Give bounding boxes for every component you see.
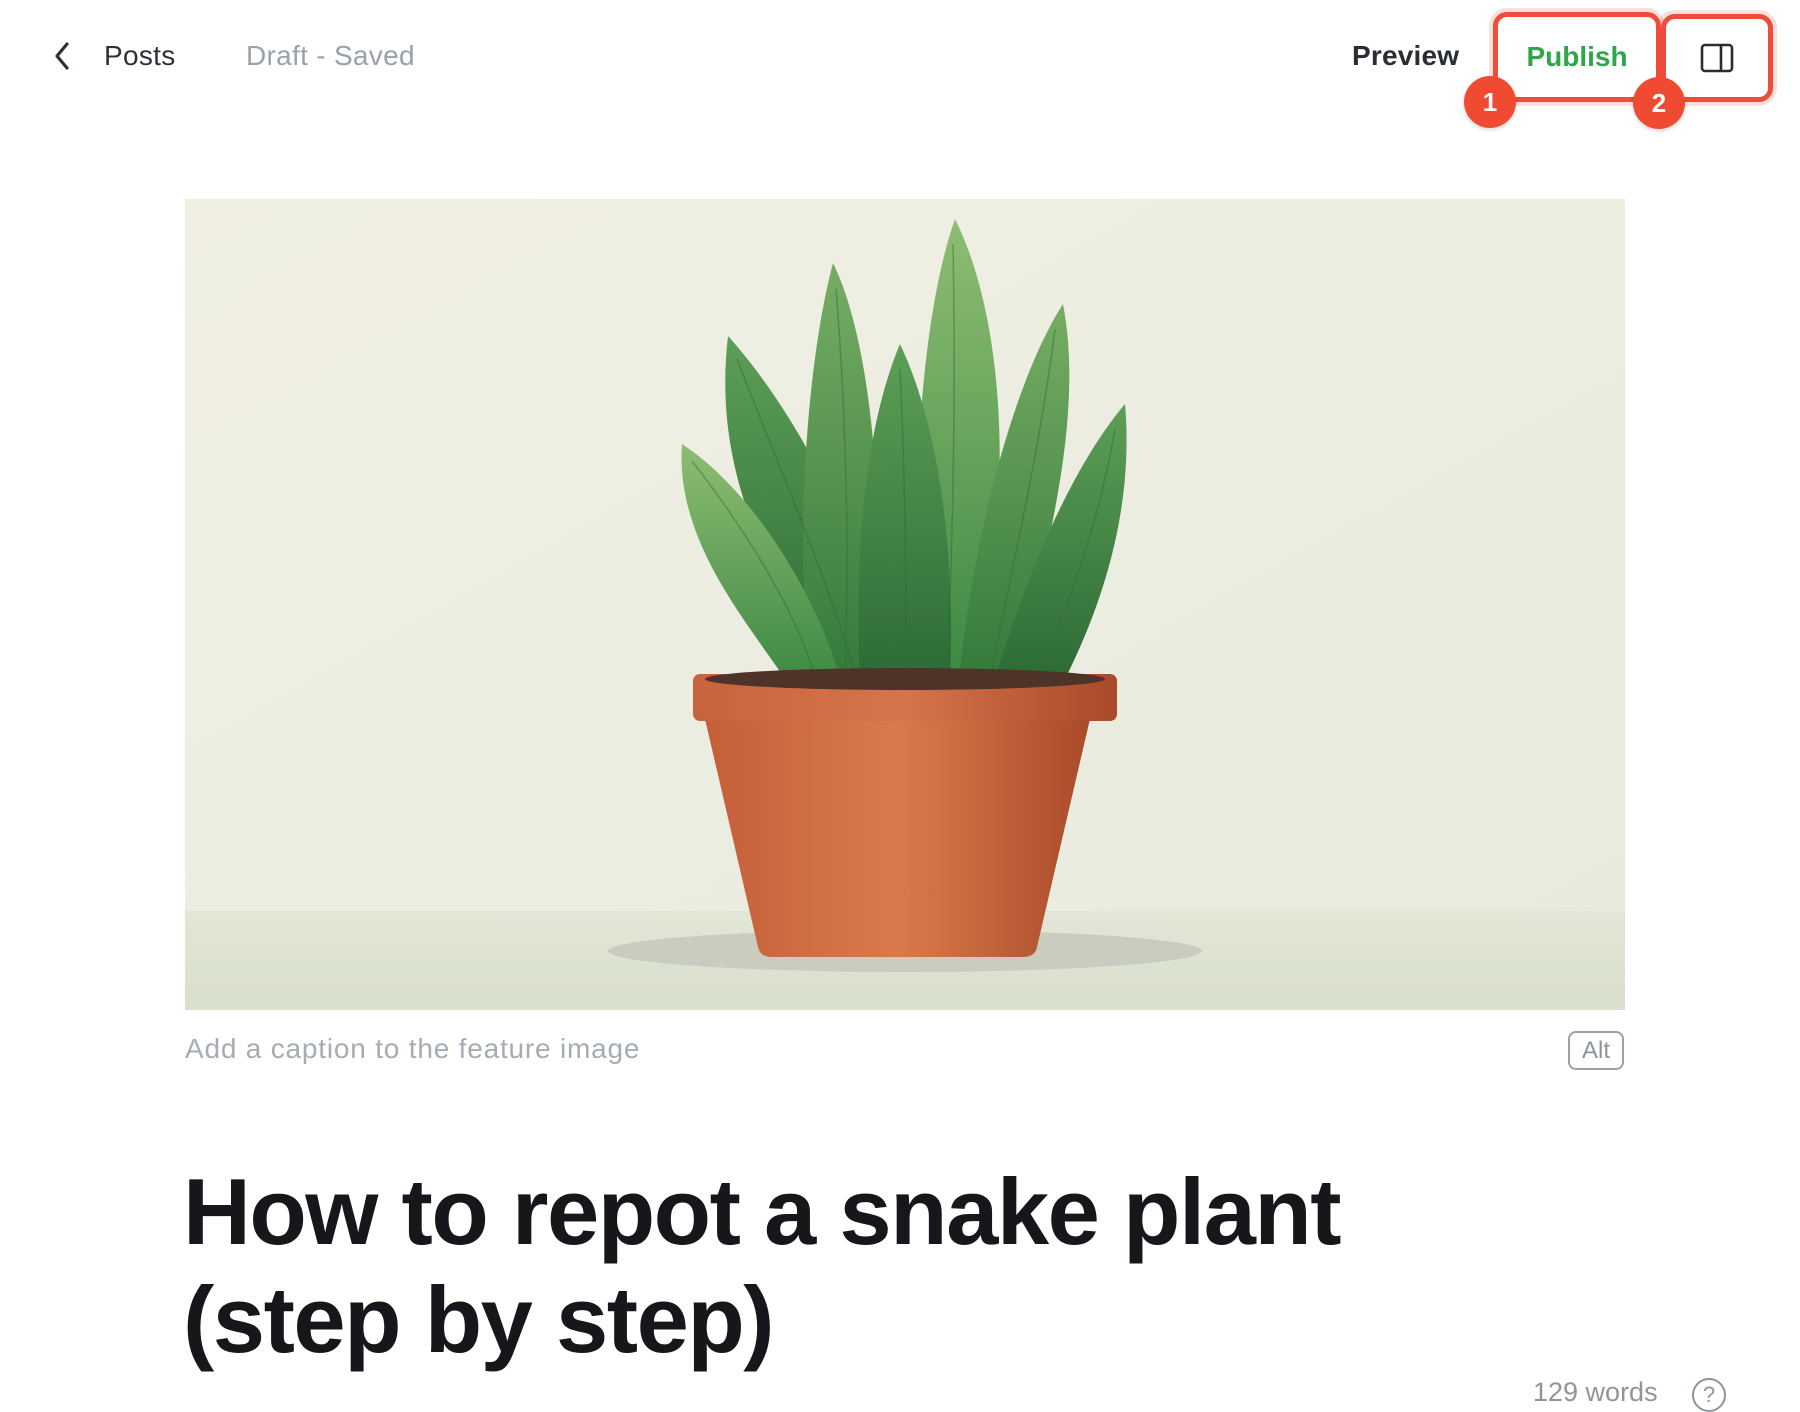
alt-text-button[interactable]: Alt <box>1568 1031 1624 1070</box>
post-title-input[interactable]: How to repot a snake plant (step by step… <box>183 1158 1603 1374</box>
post-title-line-2: (step by step) <box>183 1267 775 1372</box>
post-status: Draft - Saved <box>246 40 415 71</box>
preview-button[interactable]: Preview <box>1352 40 1459 72</box>
feature-image-caption-input[interactable]: Add a caption to the feature image <box>185 1033 640 1065</box>
annotation-badge-1: 1 <box>1464 76 1516 128</box>
help-icon[interactable]: ? <box>1692 1378 1726 1412</box>
publish-label: Publish <box>1526 41 1628 72</box>
feature-image[interactable] <box>185 199 1625 1010</box>
snake-plant-illustration <box>185 199 1625 1010</box>
editor-header: Posts Draft - Saved Preview Publish 1 2 <box>0 0 1800 129</box>
post-title-line-1: How to repot a snake plant <box>183 1159 1342 1264</box>
back-to-posts-button[interactable]: Posts <box>50 36 176 76</box>
chevron-left-icon <box>55 42 69 70</box>
word-count: 129 words <box>1533 1377 1658 1407</box>
annotation-badge-2: 2 <box>1633 77 1685 129</box>
back-label: Posts <box>104 40 176 71</box>
sidebar-toggle-icon <box>1700 43 1734 73</box>
